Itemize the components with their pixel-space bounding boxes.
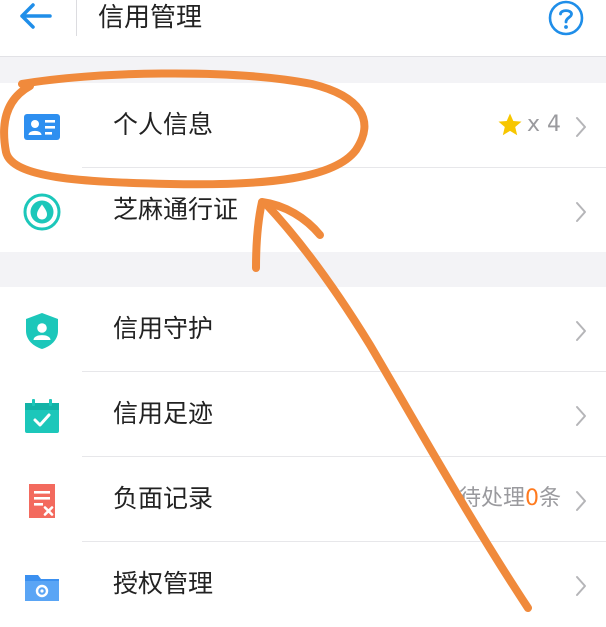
pending-count-value: 0 [524, 486, 539, 511]
star-count: x 4 [497, 108, 561, 142]
settings-group-2: 信用守护 信用足迹 负面记录 待处理0条 授权管理 [0, 287, 606, 627]
pending-count: 待处理0条 [459, 482, 561, 516]
list-item-personal-info[interactable]: 个人信息 x 4 [0, 83, 606, 168]
page-title: 信用管理 [98, 3, 203, 33]
item-label: 个人信息 [113, 110, 214, 139]
star-count-prefix: x [526, 112, 540, 137]
sesame-pass-icon [23, 193, 61, 231]
list-item-authorization[interactable]: 授权管理 [0, 542, 606, 627]
chevron-right-icon [576, 576, 586, 596]
item-label: 信用守护 [113, 314, 214, 343]
settings-group-1: 个人信息 x 4 芝麻通行证 [0, 83, 606, 252]
calendar-check-icon [25, 399, 59, 433]
arrow-left-icon [20, 3, 52, 29]
question-circle-icon [548, 0, 584, 36]
document-x-icon [29, 484, 55, 518]
list-item-credit-footprint[interactable]: 信用足迹 [0, 372, 606, 457]
chevron-right-icon [576, 117, 586, 137]
help-button[interactable] [546, 0, 586, 38]
shield-user-icon [26, 313, 58, 349]
list-item-credit-guard[interactable]: 信用守护 [0, 287, 606, 372]
folder-settings-icon [25, 575, 59, 601]
item-label: 芝麻通行证 [113, 195, 239, 224]
list-item-negative-record[interactable]: 负面记录 待处理0条 [0, 457, 606, 542]
back-button[interactable] [12, 0, 58, 40]
star-count-value: 4 [547, 112, 561, 137]
chevron-right-icon [576, 321, 586, 341]
star-icon [498, 113, 522, 136]
item-label: 负面记录 [113, 484, 214, 513]
item-label: 信用足迹 [113, 399, 214, 428]
pending-prefix: 待处理 [458, 486, 525, 511]
list-item-sesame-pass[interactable]: 芝麻通行证 [0, 168, 606, 252]
chevron-right-icon [576, 406, 586, 426]
chevron-right-icon [576, 202, 586, 222]
item-label: 授权管理 [113, 569, 214, 598]
header-bar: 信用管理 [0, 0, 606, 57]
id-card-icon [24, 114, 60, 140]
chevron-right-icon [576, 491, 586, 511]
pending-suffix: 条 [538, 486, 561, 511]
header-divider [76, 0, 77, 36]
